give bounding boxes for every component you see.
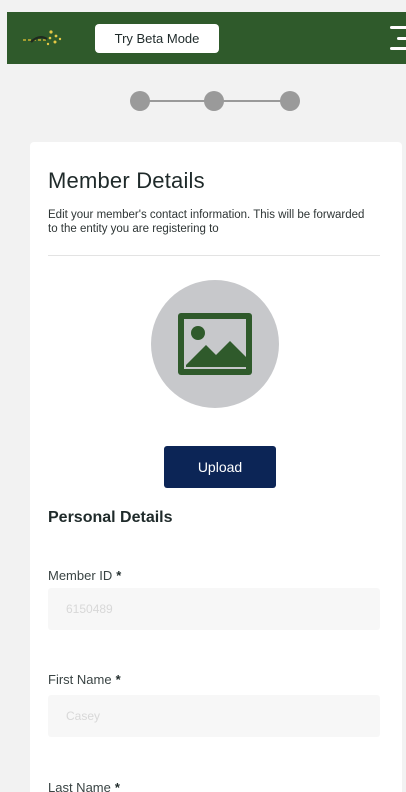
page-subtitle: Edit your member's contact information. …: [48, 209, 365, 235]
required-asterisk: *: [116, 568, 122, 583]
try-beta-mode-button[interactable]: Try Beta Mode: [95, 24, 219, 53]
member-id-field[interactable]: [48, 588, 380, 630]
section-title-personal-details: Personal Details: [48, 509, 173, 526]
first-name-label-text: First Name: [48, 672, 112, 687]
step-connector: [148, 100, 206, 102]
brand-logo-icon[interactable]: [21, 26, 69, 50]
first-name-field[interactable]: [48, 695, 380, 737]
step-dot-1[interactable]: [130, 91, 150, 111]
step-dot-2[interactable]: [204, 91, 224, 111]
required-asterisk: *: [114, 780, 120, 792]
step-dot-3[interactable]: [280, 91, 300, 111]
menu-bar-line: [396, 36, 406, 40]
page: Try Beta Mode Member Details Edit your m…: [0, 0, 406, 792]
top-header-bar: Try Beta Mode: [7, 12, 406, 64]
last-name-label: Last Name *: [48, 780, 120, 792]
member-id-label: Member ID *: [48, 568, 121, 583]
first-name-label: First Name *: [48, 672, 121, 687]
image-placeholder-icon: [178, 313, 252, 375]
avatar[interactable]: [151, 280, 279, 408]
required-asterisk: *: [115, 672, 121, 687]
hamburger-menu-icon[interactable]: [390, 26, 406, 50]
progress-stepper: [130, 89, 300, 113]
page-title: Member Details: [48, 168, 205, 193]
menu-bar-line: [390, 47, 406, 50]
step-connector: [222, 100, 282, 102]
member-id-label-text: Member ID: [48, 568, 113, 583]
menu-bar-line: [390, 26, 406, 29]
member-details-card: Member Details Edit your member's contac…: [30, 142, 402, 792]
divider: [48, 255, 380, 256]
last-name-label-text: Last Name: [48, 780, 111, 792]
upload-button[interactable]: Upload: [164, 446, 276, 488]
